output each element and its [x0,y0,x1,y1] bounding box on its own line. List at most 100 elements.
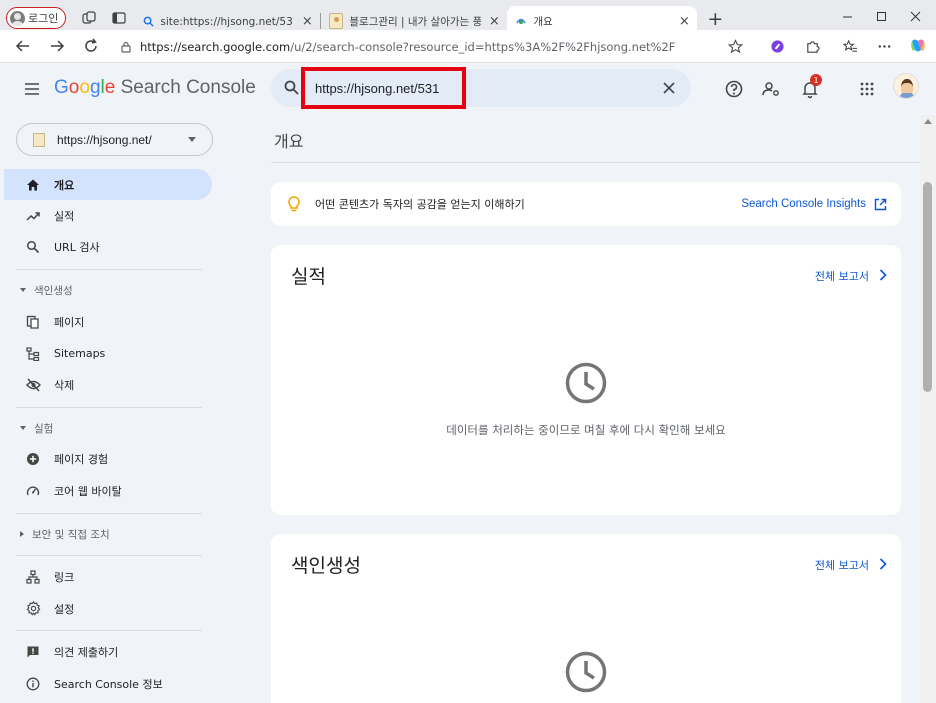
copilot-icon[interactable] [903,31,933,61]
lock-icon[interactable] [112,41,140,53]
blog-favicon-icon [329,13,344,29]
app-header: Google Search Console 1 [0,63,936,115]
sidebar: https://hjsong.net/ 개요 실적 URL 검사 색인생성 페이… [0,115,222,703]
browser-toolbar: https://search.google.com/u/2/search-con… [0,30,936,63]
insights-banner: 어떤 콘텐츠가 독자의 공감을 얻는지 이해하기 Search Console … [271,182,901,226]
scroll-thumb[interactable] [923,182,932,392]
sidebar-item-pages[interactable]: 페이지 [4,306,212,337]
insights-link[interactable]: Search Console Insights [741,198,866,210]
apps-grid-icon[interactable] [854,76,880,102]
chevron-right-icon [879,268,887,284]
clear-search-icon[interactable] [659,78,679,98]
logo-letter: o [79,77,90,98]
dropdown-caret-icon [188,137,196,142]
help-icon[interactable] [721,76,747,102]
sidebar-item-label: 삭제 [54,378,75,392]
sidebar-item-sitemaps[interactable]: Sitemaps [4,338,212,369]
sidebar-divider [16,513,202,514]
open-in-new-icon[interactable] [874,198,887,211]
url-inspection-search[interactable] [271,69,691,107]
app-logo[interactable]: Google Search Console [54,77,256,99]
more-menu-icon[interactable] [869,31,899,61]
sidebar-item-label: 코어 웹 바이탈 [54,484,122,498]
header-divider [271,162,921,163]
sidebar-item-label: 링크 [54,570,75,584]
collapse-arrow-icon [20,426,26,430]
extensions-puzzle-icon[interactable] [797,31,827,61]
back-button[interactable] [6,31,40,61]
logo-letter: G [54,77,69,98]
section-label: 보안 및 직접 조치 [32,528,110,541]
favorite-star-icon[interactable] [720,31,750,61]
tab-title: 개요 [533,15,553,28]
page-title: 개요 [274,132,304,151]
reload-button[interactable] [74,31,108,61]
visibility-off-icon [24,376,42,394]
search-icon [24,238,42,256]
section-label: 실험 [34,422,54,435]
info-icon [24,675,42,693]
tab-close-icon[interactable]: × [300,14,314,29]
card-title: 실적 [291,266,326,288]
chevron-right-icon [879,557,887,573]
full-report-link[interactable]: 전체 보고서 [815,557,887,573]
section-experience-toggle[interactable]: 실험 [20,418,53,438]
collapse-arrow-icon [20,288,26,292]
tab-actions-icon[interactable] [104,3,134,33]
full-report-label: 전체 보고서 [814,559,869,572]
tab-close-icon[interactable]: × [487,14,501,29]
home-icon [24,176,42,194]
address-bar[interactable]: https://search.google.com/u/2/search-con… [112,33,762,60]
sidebar-item-label: 의견 제출하기 [54,645,119,659]
clock-icon [564,650,608,694]
section-security-toggle[interactable]: 보안 및 직접 조치 [20,524,110,544]
property-selector[interactable]: https://hjsong.net/ [16,123,213,156]
profile-label: 로그인 [28,12,59,25]
tab-close-icon[interactable]: × [677,14,691,29]
pages-icon [24,313,42,331]
full-report-label: 전체 보고서 [814,270,869,283]
manage-users-icon[interactable] [758,76,784,102]
notifications-icon[interactable]: 1 [797,74,823,102]
sidebar-item-label: URL 검사 [54,240,100,254]
favorites-collection-icon[interactable] [835,31,865,61]
sidebar-item-settings[interactable]: 설정 [4,593,212,624]
sidebar-item-core-web-vitals[interactable]: 코어 웹 바이탈 [4,475,212,506]
insights-text: 어떤 콘텐츠가 독자의 공감을 얻는지 이해하기 [315,198,525,211]
scroll-up-arrow-icon[interactable] [924,119,932,124]
account-avatar[interactable] [893,73,919,99]
full-report-link[interactable]: 전체 보고서 [815,268,887,284]
logo-letter: o [68,77,80,98]
sidebar-item-feedback[interactable]: 의견 제출하기 [4,636,212,667]
links-icon [24,568,42,586]
sidebar-item-removals[interactable]: 삭제 [4,369,212,400]
clock-icon [564,361,608,405]
section-indexing-toggle[interactable]: 색인생성 [20,280,73,300]
sidebar-item-url-inspection[interactable]: URL 검사 [4,231,212,262]
url-path: /u/2/search-console?resource_id=https%3A… [290,39,676,54]
notification-badge: 1 [810,74,822,86]
sidebar-divider [16,555,202,556]
page-scrollbar[interactable] [920,115,936,703]
workspaces-icon[interactable] [74,3,104,33]
sidebar-item-label: 설정 [54,602,75,616]
sidebar-item-label: 페이지 [54,315,85,329]
search-input[interactable] [315,79,595,97]
sidebar-item-label: 실적 [54,209,75,223]
extension-icon[interactable] [762,31,792,61]
sidebar-item-links[interactable]: 링크 [4,561,212,592]
forward-button[interactable] [40,31,74,61]
property-favicon-icon [33,132,45,147]
profile-button[interactable]: 로그인 [6,7,67,29]
logo-letter: e [104,77,116,98]
sidebar-item-overview[interactable]: 개요 [4,169,212,200]
sidebar-item-performance[interactable]: 실적 [4,200,212,231]
sidebar-item-label: Sitemaps [54,347,106,360]
sidebar-item-page-experience[interactable]: 페이지 경험 [4,443,212,474]
new-tab-button[interactable]: + [707,8,723,30]
trending-icon [24,207,42,225]
processing-message: 데이터를 처리하는 중이므로 며칠 후에 다시 확인해 보세요 [446,423,726,437]
close-window-button[interactable] [892,0,936,32]
sidebar-item-about[interactable]: Search Console 정보 [4,668,212,699]
main-menu-icon[interactable] [22,79,42,99]
